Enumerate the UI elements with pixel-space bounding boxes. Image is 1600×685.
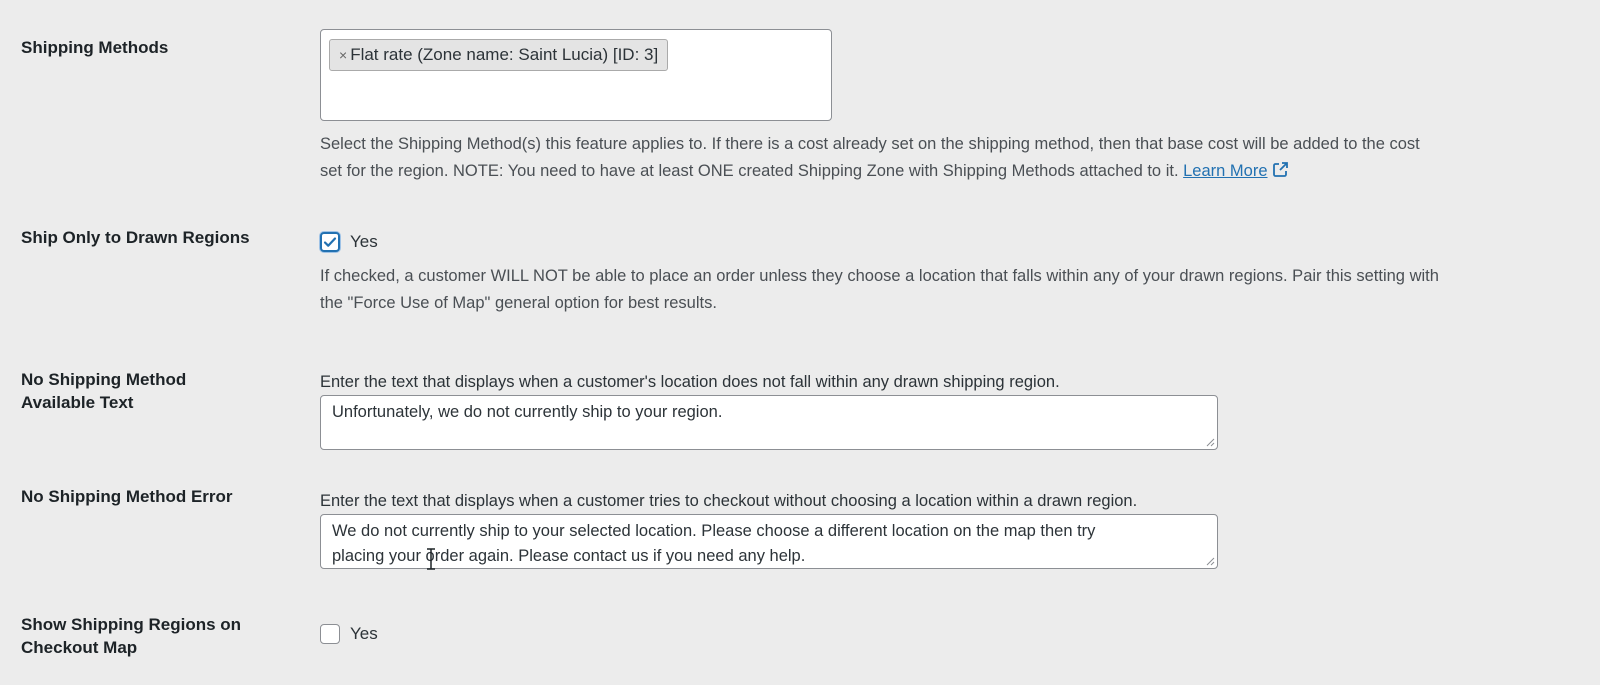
no-method-text-label-line1: No Shipping Method [21,370,187,389]
show-regions-yes-label: Yes [350,624,378,643]
show-regions-checkbox[interactable] [320,624,340,644]
no-method-text-label: No Shipping Method Available Text [21,368,281,414]
show-regions-label-line1: Show Shipping Regions on [21,615,242,634]
shipping-methods-description: Select the Shipping Method(s) this featu… [320,131,1590,187]
no-method-error-textarea[interactable]: We do not currently ship to your selecte… [320,514,1218,569]
shipping-methods-label: Shipping Methods [21,38,169,57]
text-cursor-icon [427,548,435,570]
ship-only-drawn-yes-label: Yes [350,232,378,251]
external-link-icon[interactable] [1272,160,1289,187]
shipping-methods-description-line2: set for the region. NOTE: You need to ha… [320,162,1179,180]
ship-only-drawn-option: Yes [320,232,378,252]
no-method-text-value: Unfortunately, we do not currently ship … [332,403,723,421]
resize-grip-icon[interactable] [1205,437,1215,447]
learn-more-link[interactable]: Learn More [1183,162,1267,180]
learn-more-label: Learn More [1183,162,1268,180]
ship-only-drawn-checkbox[interactable] [320,232,340,252]
no-method-error-value-line2: placing your order again. Please contact… [332,547,806,565]
no-method-text-textarea[interactable]: Unfortunately, we do not currently ship … [320,395,1218,450]
shipping-methods-description-line1: Select the Shipping Method(s) this featu… [320,135,1420,153]
no-method-error-description: Enter the text that displays when a cust… [320,492,1138,510]
resize-grip-icon[interactable] [1205,556,1215,566]
ship-only-drawn-description-line2: the "Force Use of Map" general option fo… [320,294,717,312]
ship-only-drawn-description-line1: If checked, a customer WILL NOT be able … [320,267,1439,285]
show-regions-label-line2: Checkout Map [21,638,138,657]
chip-remove-icon[interactable]: × [339,47,347,63]
show-regions-label: Show Shipping Regions on Checkout Map [21,613,281,659]
ship-only-drawn-description: If checked, a customer WILL NOT be able … [320,263,1590,317]
no-method-error-value-line1: We do not currently ship to your selecte… [332,522,1096,540]
no-method-text-label-line2: Available Text [21,393,134,412]
checkmark-icon [323,237,337,247]
no-method-error-label: No Shipping Method Error [21,487,233,506]
chip-label: Flat rate (Zone name: Saint Lucia) [ID: … [350,45,659,64]
no-method-text-description: Enter the text that displays when a cust… [320,373,1060,391]
shipping-methods-select[interactable]: × Flat rate (Zone name: Saint Lucia) [ID… [320,29,832,121]
selected-method-chip: × Flat rate (Zone name: Saint Lucia) [ID… [329,39,669,71]
ship-only-drawn-label: Ship Only to Drawn Regions [21,228,250,247]
shipping-methods-description-line2-wrap: set for the region. NOTE: You need to ha… [320,158,1590,187]
show-regions-option: Yes [320,624,378,644]
